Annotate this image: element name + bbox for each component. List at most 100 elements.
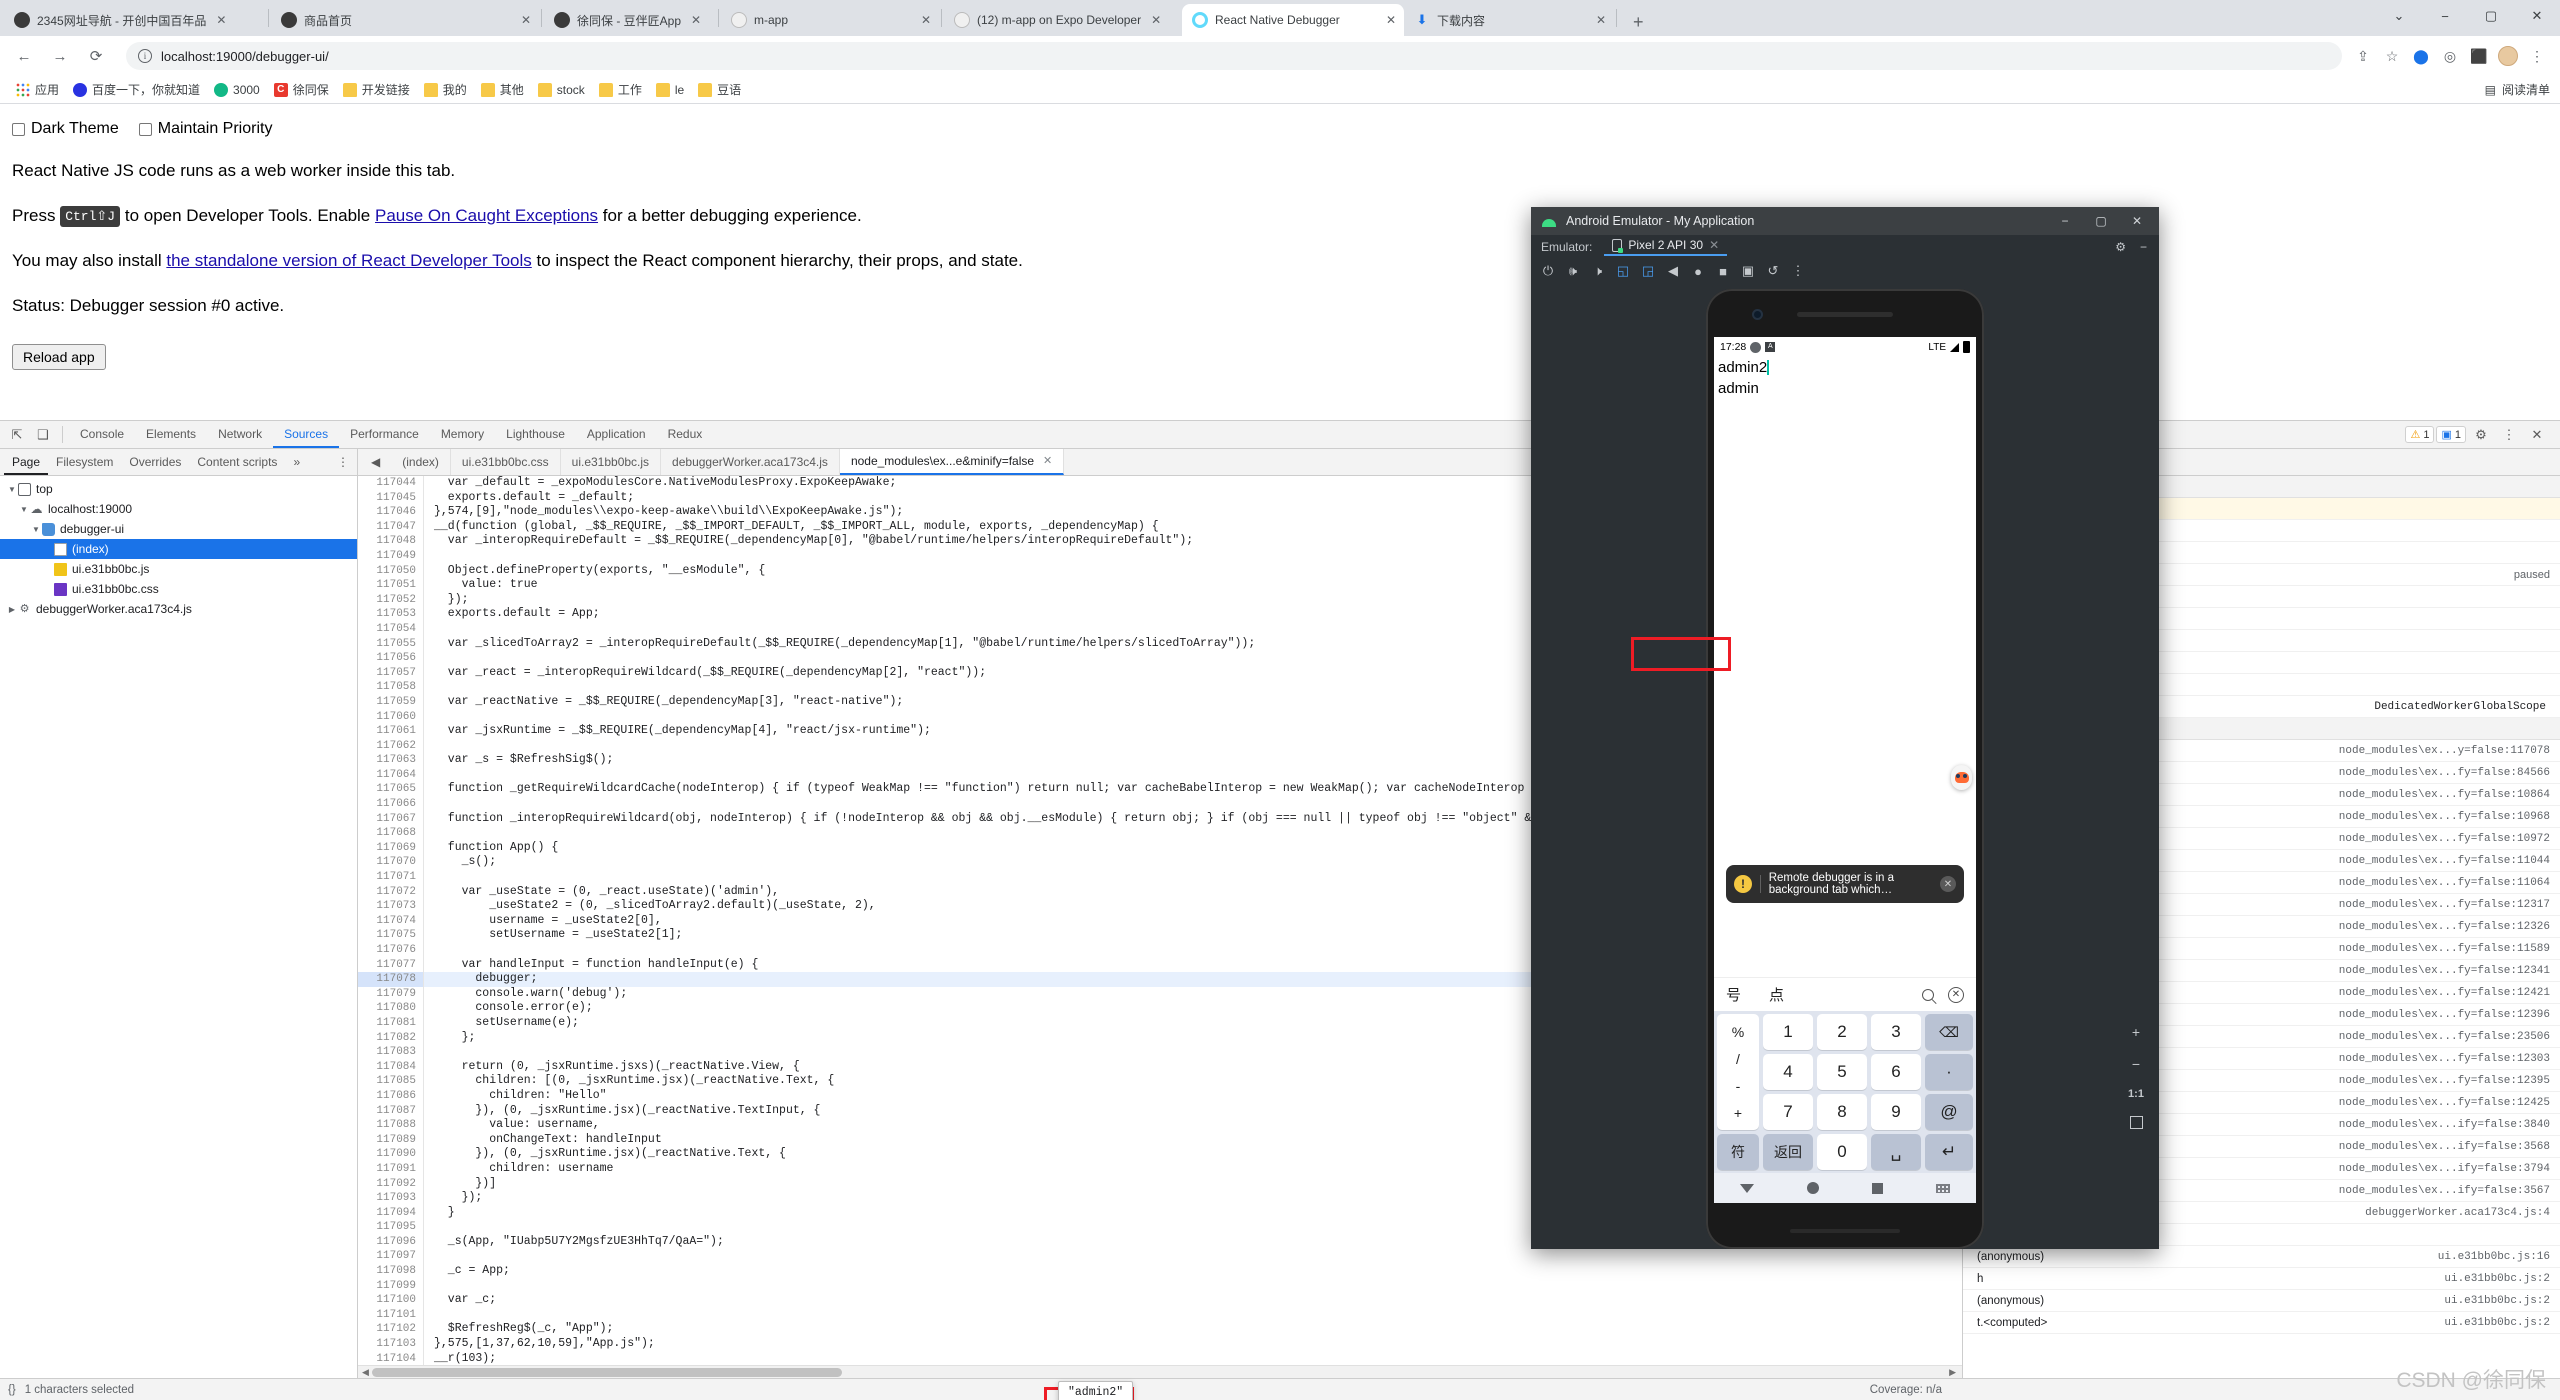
tab-elements[interactable]: Elements xyxy=(135,421,207,448)
device-toggle-icon[interactable]: ❑ xyxy=(30,423,56,447)
line-number[interactable]: 117084 xyxy=(358,1059,424,1075)
backspace-key[interactable]: ⌫ xyxy=(1925,1014,1973,1050)
dark-theme-checkbox[interactable] xyxy=(12,122,25,136)
file-tab-debugger-worker[interactable]: debuggerWorker.aca173c4.js xyxy=(661,449,840,475)
line-number[interactable]: 117104 xyxy=(358,1351,424,1365)
line-number[interactable]: 117097 xyxy=(358,1249,424,1265)
site-info-icon[interactable]: i xyxy=(138,49,152,63)
bookmark-folder-4[interactable]: stock xyxy=(532,81,591,99)
recents-square-icon[interactable] xyxy=(1871,1182,1883,1194)
reload-icon[interactable]: ⟳ xyxy=(82,42,110,70)
code-line[interactable]: 117097 xyxy=(358,1249,1962,1265)
line-number[interactable]: 117054 xyxy=(358,621,424,637)
line-number[interactable]: 117048 xyxy=(358,534,424,549)
tree-item-index[interactable]: (index) xyxy=(0,539,357,559)
line-number[interactable]: 117086 xyxy=(358,1088,424,1104)
dot-key[interactable]: · xyxy=(1925,1054,1973,1090)
line-number[interactable]: 117099 xyxy=(358,1278,424,1294)
call-stack-row[interactable]: h ui.e31bb0bc.js:2 xyxy=(1963,1268,2560,1290)
line-number[interactable]: 117065 xyxy=(358,782,424,798)
tab-application[interactable]: Application xyxy=(576,421,657,448)
line-number[interactable]: 117063 xyxy=(358,753,424,768)
browser-tab-0[interactable]: 2345网址导航 - 开创中国百年品 ✕ xyxy=(4,4,266,36)
tab-close-icon[interactable]: ✕ xyxy=(921,13,931,27)
tab-sources[interactable]: Sources xyxy=(273,421,340,448)
tab-close-icon[interactable]: ✕ xyxy=(1151,13,1161,27)
bookmark-folder-3[interactable]: 其他 xyxy=(475,79,530,100)
tree-item-debugger-ui[interactable]: ▼ debugger-ui xyxy=(0,519,357,539)
line-number[interactable]: 117059 xyxy=(358,694,424,710)
tree-item-ui-css[interactable]: ui.e31bb0bc.css xyxy=(0,579,357,599)
key-0[interactable]: 0 xyxy=(1817,1134,1867,1170)
enter-key[interactable]: ↵ xyxy=(1925,1134,1973,1170)
symbol-minus[interactable]: - xyxy=(1736,1079,1741,1093)
line-number[interactable]: 117077 xyxy=(358,957,424,973)
zoom-in-button[interactable]: + xyxy=(2132,1024,2140,1040)
bookmark-folder-5[interactable]: 工作 xyxy=(593,79,648,100)
browser-tab-2[interactable]: 徐同保 - 豆伴匠App ✕ xyxy=(544,4,716,36)
tab-performance[interactable]: Performance xyxy=(339,421,430,448)
tab-close-icon[interactable]: ✕ xyxy=(1386,13,1396,27)
back-icon[interactable]: ← xyxy=(10,42,38,70)
tree-item-top[interactable]: ▼ top xyxy=(0,479,357,499)
emulator-device-tab[interactable]: Pixel 2 API 30 ✕ xyxy=(1604,238,1728,256)
tab-lighthouse[interactable]: Lighthouse xyxy=(495,421,576,448)
code-line[interactable]: 117104 __r(103); xyxy=(358,1351,1962,1365)
chevron-down-icon[interactable]: ▼ xyxy=(6,485,18,494)
zoom-actual-size-button[interactable]: 1:1 xyxy=(2128,1088,2144,1100)
zoom-fit-button[interactable] xyxy=(2129,1116,2143,1129)
chevron-right-icon[interactable]: ▶ xyxy=(6,605,18,614)
maximize-button[interactable]: ▢ xyxy=(2468,0,2514,32)
inspect-cursor-icon[interactable]: ⇱ xyxy=(4,423,30,447)
keyboard-icon[interactable] xyxy=(1935,1183,1950,1193)
line-number[interactable]: 117103 xyxy=(358,1337,424,1352)
browser-tab-3[interactable]: m-app ✕ xyxy=(721,4,939,36)
extension-dark-icon[interactable]: ⬛ xyxy=(2466,43,2492,69)
line-number[interactable]: 117055 xyxy=(358,636,424,652)
line-number[interactable]: 117100 xyxy=(358,1293,424,1308)
home-icon[interactable]: ● xyxy=(1687,259,1709,283)
line-number[interactable]: 117079 xyxy=(358,986,424,1002)
line-number[interactable]: 117087 xyxy=(358,1103,424,1119)
search-icon[interactable] xyxy=(1922,988,1934,1001)
volume-down-icon[interactable]: 🕨 xyxy=(1587,259,1609,283)
file-tab-ui-js[interactable]: ui.e31bb0bc.js xyxy=(561,449,662,475)
subtab-content-scripts[interactable]: Content scripts xyxy=(189,449,285,475)
collapse-sidebar-icon[interactable]: ◀ xyxy=(360,449,391,475)
reload-app-button[interactable]: Reload app xyxy=(12,343,106,370)
suggestion-0[interactable]: 号 xyxy=(1726,984,1741,1005)
tree-item-ui-js[interactable]: ui.e31bb0bc.js xyxy=(0,559,357,579)
remote-debugger-toast[interactable]: ! Remote debugger is in a background tab… xyxy=(1726,865,1964,903)
line-number[interactable]: 117088 xyxy=(358,1118,424,1133)
bookmark-csdn[interactable]: C 徐同保 xyxy=(268,79,335,100)
gear-icon[interactable]: ⚙ xyxy=(2468,423,2494,447)
tab-search-icon[interactable]: ⌄ xyxy=(2376,0,2422,32)
symbol-slash[interactable]: / xyxy=(1736,1052,1740,1066)
key-7[interactable]: 7 xyxy=(1763,1094,1813,1130)
line-number[interactable]: 117070 xyxy=(358,855,424,871)
line-number[interactable]: 117080 xyxy=(358,1001,424,1016)
line-number[interactable]: 117068 xyxy=(358,826,424,841)
key-1[interactable]: 1 xyxy=(1763,1014,1813,1050)
line-number[interactable]: 117085 xyxy=(358,1074,424,1089)
scroll-right-icon[interactable]: ▶ xyxy=(1949,1367,1956,1378)
tab-close-icon[interactable]: ✕ xyxy=(1596,13,1606,27)
line-number[interactable]: 117078 xyxy=(358,972,424,987)
line-number[interactable]: 117081 xyxy=(358,1015,424,1031)
scrollbar-thumb[interactable] xyxy=(372,1368,842,1377)
pretty-print-icon[interactable]: {} xyxy=(8,1384,16,1396)
key-9[interactable]: 9 xyxy=(1871,1094,1921,1130)
key-5[interactable]: 5 xyxy=(1817,1054,1867,1090)
code-line[interactable]: 117099 xyxy=(358,1278,1962,1294)
line-number[interactable]: 117060 xyxy=(358,709,424,725)
line-number[interactable]: 117076 xyxy=(358,943,424,958)
chevron-down-icon[interactable]: ▼ xyxy=(18,505,30,514)
tree-item-debugger-worker[interactable]: ▶ ⚙ debuggerWorker.aca173c4.js xyxy=(0,599,357,619)
close-button[interactable]: ✕ xyxy=(2514,0,2560,32)
standalone-react-devtools-link[interactable]: the standalone version of React Develope… xyxy=(166,251,531,270)
symbol-plus[interactable]: + xyxy=(1734,1106,1742,1120)
symbol-column-key[interactable]: % / - + xyxy=(1717,1014,1759,1130)
browser-tab-6[interactable]: ⬇ 下载内容 ✕ xyxy=(1404,4,1614,36)
pause-on-caught-exceptions-link[interactable]: Pause On Caught Exceptions xyxy=(375,206,598,225)
file-tab-ui-css[interactable]: ui.e31bb0bc.css xyxy=(451,449,561,475)
